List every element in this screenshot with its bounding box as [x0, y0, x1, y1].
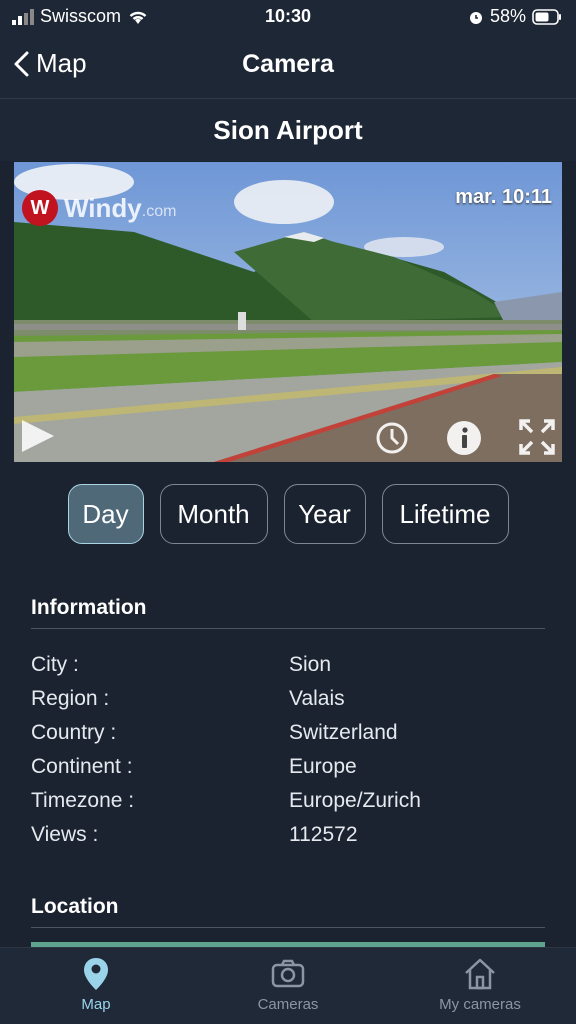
info-row-continent: Continent : Europe [31, 750, 545, 784]
back-label: Map [36, 48, 87, 78]
back-button[interactable]: Map [12, 48, 87, 79]
information-table: City : Sion Region : Valais Country : Switz… [31, 648, 545, 852]
info-row-views: Views : 112572 [31, 818, 545, 852]
tab-label: Cameras [257, 996, 319, 1013]
tab-label: My cameras [439, 996, 521, 1013]
windy-logo-text: Windy [64, 192, 142, 223]
period-lifetime-button[interactable]: Lifetime [381, 484, 509, 544]
tab-map[interactable]: Map [0, 948, 192, 1024]
play-icon[interactable] [18, 416, 58, 456]
camera-icon [271, 959, 305, 988]
info-value: Valais [289, 687, 345, 710]
info-value: Europe [289, 755, 357, 778]
period-day-button[interactable]: Day [67, 484, 144, 544]
tab-my-cameras[interactable]: My cameras [384, 948, 576, 1024]
info-row-country: Country : Switzerland [31, 716, 545, 750]
camera-name: Sion Airport [0, 99, 576, 161]
tab-bar: Map Cameras My cameras [0, 947, 576, 1024]
fullscreen-icon[interactable] [518, 418, 556, 456]
info-value: Europe/Zurich [289, 789, 421, 812]
info-row-timezone: Timezone : Europe/Zurich [31, 784, 545, 818]
info-key: Views : [31, 823, 99, 846]
location-heading: Location [31, 895, 545, 928]
info-row-city: City : Sion [31, 648, 545, 682]
status-bar: Swisscom 10:30 58% [0, 0, 576, 34]
battery-percent: 58% [489, 6, 526, 26]
windy-logo: W Windy .com [22, 190, 176, 226]
info-key: City : [31, 653, 79, 676]
tab-cameras[interactable]: Cameras [192, 948, 384, 1024]
info-value: Switzerland [289, 721, 398, 744]
history-icon[interactable] [374, 420, 410, 456]
info-key: Continent : [31, 755, 133, 778]
information-heading: Information [31, 596, 545, 629]
info-key: Country : [31, 721, 117, 744]
camera-timestamp: mar. 10:11 [455, 186, 552, 208]
info-key: Region : [31, 687, 110, 710]
chevron-left-icon [14, 51, 29, 76]
info-key: Timezone : [31, 789, 135, 812]
location-pin-icon [84, 958, 108, 990]
battery-icon [532, 8, 561, 25]
period-selector: Day Month Year Lifetime [0, 484, 576, 544]
windy-logo-suffix: .com [141, 203, 177, 220]
info-value: Sion [289, 653, 332, 676]
info-row-region: Region : Valais [31, 682, 545, 716]
home-icon [465, 958, 495, 990]
info-icon[interactable] [446, 420, 482, 456]
alarm-icon [469, 11, 482, 24]
windy-logo-mark: W [22, 190, 58, 226]
navigation-bar: Map Camera [0, 34, 576, 99]
camera-image[interactable]: W Windy .com mar. 10:11 [14, 162, 562, 462]
period-year-button[interactable]: Year [283, 484, 366, 544]
info-value: 112572 [289, 823, 358, 846]
tab-label: Map [81, 996, 111, 1013]
status-right: 58% [468, 6, 562, 27]
period-month-button[interactable]: Month [159, 484, 268, 544]
